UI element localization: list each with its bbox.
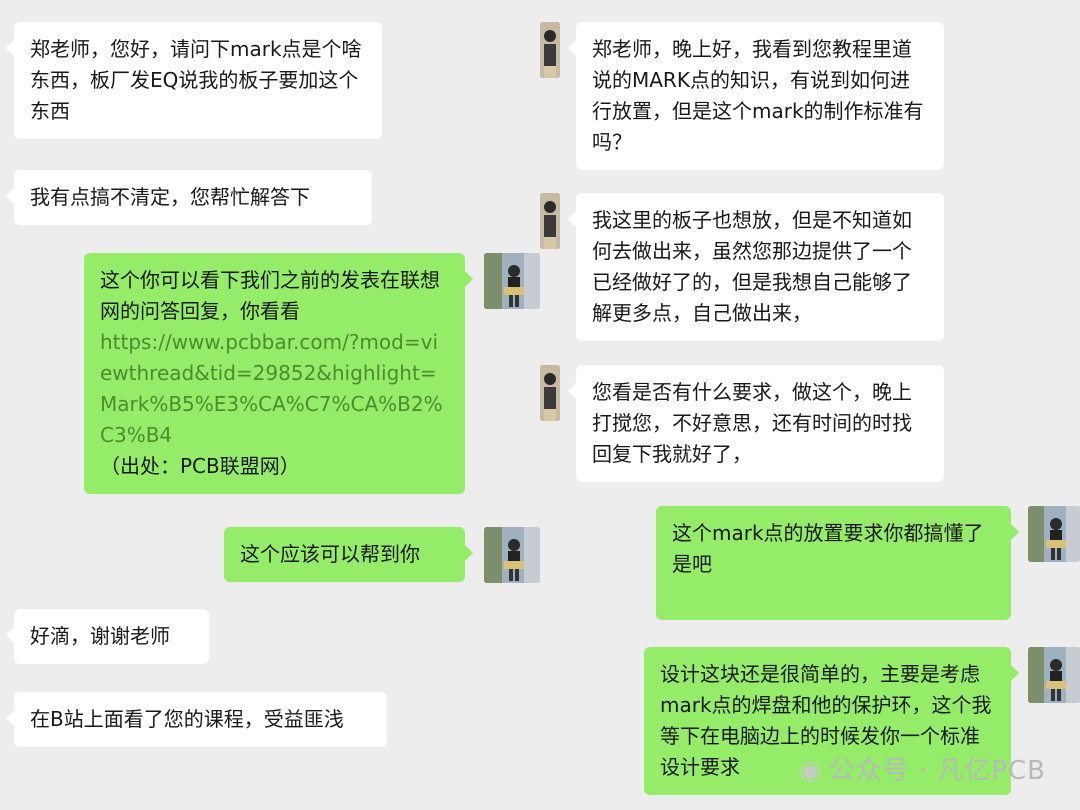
avatar[interactable] — [540, 22, 560, 78]
message-bubble[interactable]: 这个你可以看下我们之前的发表在联想网的问答回复，你看看 https://www.… — [84, 253, 473, 494]
avatar-photo-icon — [1028, 647, 1080, 703]
message-text: 郑老师，晚上好，我看到您教程里道说的MARK点的知识，有说到如何进行放置，但是这… — [592, 37, 924, 154]
right-chat-panel: 郑老师，晚上好，我看到您教程里道说的MARK点的知识，有说到如何进行放置，但是这… — [540, 0, 1080, 810]
message-source-text: （出处：PCB联盟网） — [100, 454, 300, 478]
avatar[interactable] — [484, 253, 540, 309]
message-text: 我这里的板子也想放，但是不知道如何去做出来，虽然您那边提供了一个已经做好了的，但… — [592, 208, 912, 325]
avatar-photo-icon — [540, 365, 560, 421]
avatar-photo-icon — [540, 22, 560, 78]
message-bubble[interactable]: 您看是否有什么要求，做这个，晚上打搅您，不好意思，还有时间的时找回复下我就好了， — [568, 365, 944, 482]
message-text: 您看是否有什么要求，做这个，晚上打搅您，不好意思，还有时间的时找回复下我就好了， — [592, 380, 912, 466]
avatar[interactable] — [484, 527, 540, 583]
message-bubble[interactable]: 这个应该可以帮到你 — [224, 527, 473, 582]
message-bubble[interactable]: 在B站上面看了您的课程，受益匪浅 — [6, 692, 387, 747]
message-bubble[interactable]: 我有点搞不清定，您帮忙解答下 — [6, 170, 372, 225]
avatar-photo-icon — [1028, 506, 1080, 562]
avatar[interactable] — [1028, 506, 1080, 562]
message-text: 这个你可以看下我们之前的发表在联想网的问答回复，你看看 — [100, 268, 440, 323]
avatar[interactable] — [1028, 647, 1080, 703]
avatar-photo-icon — [540, 193, 560, 249]
watermark: ◉ 公众号 · 凡亿PCB — [799, 750, 1046, 787]
watermark-text: 公众号 · 凡亿PCB — [828, 756, 1046, 786]
message-bubble[interactable]: 我这里的板子也想放，但是不知道如何去做出来，虽然您那边提供了一个已经做好了的，但… — [568, 193, 944, 341]
avatar-photo-icon — [484, 253, 540, 309]
wechat-icon: ◉ — [798, 756, 823, 786]
message-bubble[interactable]: 这个mark点的放置要求你都搞懂了是吧 — [656, 506, 1019, 620]
avatar-photo-icon — [484, 527, 540, 583]
message-text: 这个mark点的放置要求你都搞懂了是吧 — [672, 521, 984, 576]
message-text: 在B站上面看了您的课程，受益匪浅 — [30, 707, 344, 731]
avatar[interactable] — [540, 193, 560, 249]
message-bubble[interactable]: 郑老师，您好，请问下mark点是个啥东西，板厂发EQ说我的板子要加这个东西 — [6, 22, 382, 139]
left-chat-panel: 郑老师，您好，请问下mark点是个啥东西，板厂发EQ说我的板子要加这个东西 我有… — [0, 0, 540, 810]
avatar[interactable] — [540, 365, 560, 421]
message-bubble[interactable]: 郑老师，晚上好，我看到您教程里道说的MARK点的知识，有说到如何进行放置，但是这… — [568, 22, 944, 170]
message-bubble[interactable]: 好滴，谢谢老师 — [6, 609, 209, 664]
message-text: 郑老师，您好，请问下mark点是个啥东西，板厂发EQ说我的板子要加这个东西 — [30, 37, 362, 123]
message-text: 这个应该可以帮到你 — [240, 542, 420, 566]
message-link[interactable]: https://www.pcbbar.com/?mod=viewthread&t… — [100, 330, 443, 447]
message-text: 好滴，谢谢老师 — [30, 624, 170, 648]
message-text: 我有点搞不清定，您帮忙解答下 — [30, 185, 310, 209]
